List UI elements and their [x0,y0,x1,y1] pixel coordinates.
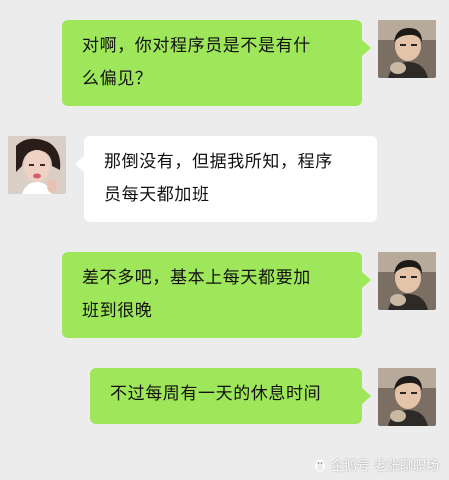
female-avatar[interactable] [8,136,66,194]
message-bubble-sent[interactable]: 差不多吧，基本上每天都要加 班到很晚 [62,252,362,338]
bubble-tail [362,388,371,404]
bubble-tail [75,156,84,172]
male-avatar-icon [378,368,436,426]
message-line: 那倒没有，但据我所知，程序 [104,152,333,172]
message-line: 员每天都加班 [104,185,210,205]
male-avatar-icon [378,20,436,78]
message-line: 不过每周有一天的休息时间 [110,384,322,404]
message-bubble-received[interactable]: 那倒没有，但据我所知，程序 员每天都加班 [84,136,377,222]
message-bubble-sent[interactable]: 不过每周有一天的休息时间 [90,368,362,424]
message-line: 对啊，你对程序员是不是有什 [82,36,311,56]
male-avatar-icon [378,252,436,310]
male-avatar[interactable] [378,368,436,426]
female-avatar-icon [8,136,66,194]
message-line: 差不多吧，基本上每天都要加 [82,268,311,288]
message-line: 么偏见？ [82,69,153,89]
penguin-icon [313,458,327,472]
male-avatar[interactable] [378,20,436,78]
watermark: 企鹅号 老张聊职场 [313,455,439,474]
bubble-tail [362,272,371,288]
bubble-tail [362,40,371,56]
male-avatar[interactable] [378,252,436,310]
watermark-text: 企鹅号 老张聊职场 [330,459,439,474]
message-line: 班到很晚 [82,301,153,321]
message-bubble-sent[interactable]: 对啊，你对程序员是不是有什 么偏见？ [62,20,362,106]
